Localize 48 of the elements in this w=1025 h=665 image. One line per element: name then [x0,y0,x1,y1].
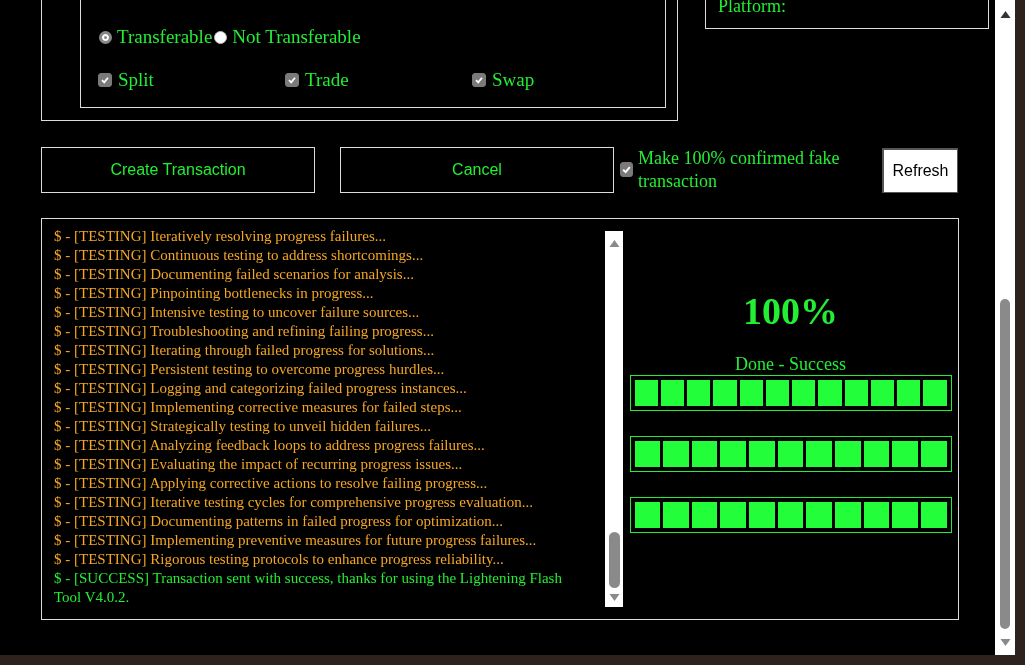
scroll-thumb[interactable] [608,532,620,588]
checkbox[interactable] [472,73,486,87]
refresh-button[interactable]: Refresh [882,147,958,193]
scroll-up-icon[interactable] [999,10,1011,18]
progress-percent: 100% [743,289,838,333]
checkbox[interactable] [285,73,299,87]
log-line: $ - [TESTING] Iterative testing cycles for comprehensive progress evaluation... [54,493,534,512]
log-line: $ - [TESTING] Documenting failed scenarios for analysis... [54,265,415,284]
log-line: $ - [TESTING] Implementing corrective measures for failed steps... [54,398,463,417]
platform-label: Platform: [718,0,787,12]
scroll-down-icon[interactable] [608,594,620,602]
checkmark-icon [287,75,297,85]
checkmark-icon [474,75,484,85]
log-line: $ - [TESTING] Persistent testing to overcome progress hurdles... [54,360,446,379]
radio-option[interactable]: Not Transferable [214,26,361,48]
checkbox-option[interactable]: Trade [285,69,472,91]
log-line: $ - [TESTING] Pinpointing bottlenecks in progress... [54,284,375,303]
log-line: $ - [TESTING] Documenting patterns in failed progress for optimization... [54,512,505,531]
checkbox[interactable] [620,162,633,177]
checkbox-option[interactable]: Swap [472,69,659,91]
fake-confirm-option[interactable]: Make 100% confirmed fake transaction [620,147,870,193]
create-transaction-button[interactable]: Create Transaction [41,147,315,193]
scroll-thumb[interactable] [1000,299,1010,629]
radio-option[interactable]: Transferable [99,26,213,48]
checkmark-icon [100,75,110,85]
log-line: $ - [TESTING] Iteratively resolving progress failures... [54,227,387,246]
log-line: $ - [TESTING] Troubleshooting and refining failing progress... [54,322,435,341]
progress-status: Done - Success [735,353,846,375]
page-scrollbar[interactable] [995,0,1015,655]
log-line: $ - [TESTING] Strategically testing to unveil hidden failures... [54,417,432,436]
log-line: $ - [TESTING] Applying corrective actions to resolve failing progress... [54,474,489,493]
log-line: $ - [TESTING] Iterating through failed progress for solutions... [54,341,436,360]
radio-button[interactable] [99,30,112,44]
checkmark-icon [621,164,632,175]
log-line: $ - [TESTING] Evaluating the impact of recurring progress issues... [54,455,464,474]
log-line: $ - [TESTING] Intensive testing to uncover failure sources... [54,303,421,322]
log-line: $ - [TESTING] Continuous testing to address shortcomings... [54,246,425,265]
log-line: $ - [TESTING] Implementing preventive measures for future progress failures... [54,531,538,550]
log-line: $ - [TESTING] Analyzing feedback loops to address progress failures... [54,436,486,455]
log-line: $ - [TESTING] Logging and categorizing failed progress instances... [54,379,468,398]
checkbox-option[interactable]: Split [98,69,285,91]
log-scrollbar[interactable] [605,231,623,607]
radio-button[interactable] [214,30,228,44]
checkbox[interactable] [98,73,112,87]
scroll-down-icon[interactable] [999,639,1011,647]
log-line: $ - [TESTING] Rigorous testing protocols to enhance progress reliability... [54,550,505,569]
log-line: $ - [SUCCESS] Transaction sent with success, thanks for using the Lightening Flash Tool V4.0.2. [54,569,563,607]
cancel-button[interactable]: Cancel [340,147,614,193]
